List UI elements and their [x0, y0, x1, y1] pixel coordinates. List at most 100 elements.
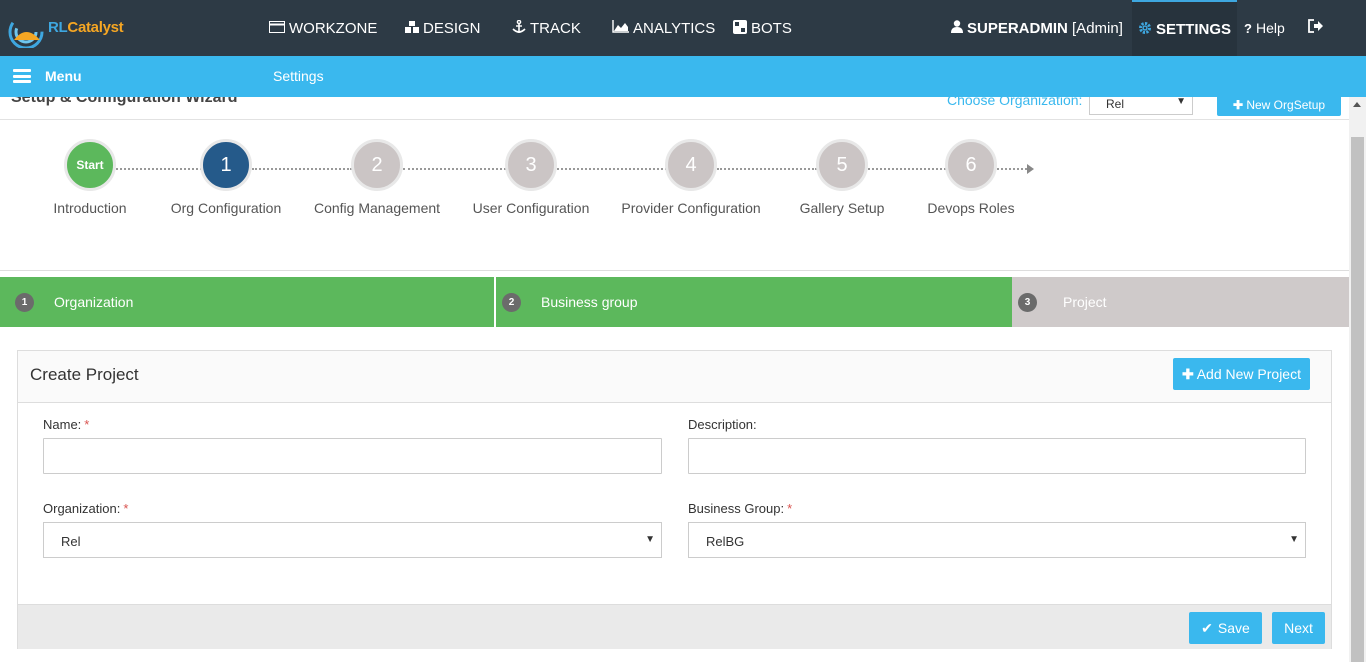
step-6-circle[interactable]: 6: [945, 139, 997, 191]
substep-3-number: 3: [1018, 292, 1037, 312]
save-button[interactable]: ✔ Save: [1189, 612, 1262, 644]
new-orgsetup-button[interactable]: ✚ New OrgSetup: [1217, 97, 1341, 116]
scroll-thumb[interactable]: [1351, 137, 1364, 662]
nav-analytics-label: ANALYTICS: [633, 19, 716, 37]
chevron-down-icon: ▼: [1289, 534, 1299, 545]
user-icon: [951, 20, 963, 36]
description-input[interactable]: [688, 438, 1306, 474]
step-start-circle[interactable]: Start: [64, 139, 116, 191]
next-button[interactable]: Next: [1272, 612, 1325, 644]
nav-bots[interactable]: BOTS: [733, 0, 792, 56]
step-connector: [403, 168, 506, 170]
step-connector: [557, 168, 667, 170]
menu-toggle-label[interactable]: Menu: [45, 68, 82, 84]
menu-bar: Menu Settings: [0, 56, 1366, 97]
step-5-label: Gallery Setup: [799, 200, 885, 216]
anchor-icon: [512, 19, 526, 37]
logout-icon: [1308, 19, 1324, 37]
wizard-header: Setup & Configuration Wizard Choose Orga…: [0, 97, 1349, 120]
substep-business-group[interactable]: 2 Business group: [496, 277, 1012, 327]
card-icon: [269, 20, 285, 36]
step-connector: [116, 168, 202, 170]
business-group-label: Business Group: *: [688, 501, 793, 516]
step-connector: [868, 168, 946, 170]
logo-icon: [8, 14, 44, 48]
nav-analytics[interactable]: ANALYTICS: [612, 0, 715, 56]
plus-icon: ✚: [1232, 98, 1243, 112]
nav-settings[interactable]: SETTINGS: [1132, 0, 1238, 56]
nav-help-label: Help: [1255, 20, 1285, 36]
substep-2-number: 2: [502, 292, 521, 312]
organization-label: Organization: *: [43, 501, 129, 516]
panel-header: Create Project ✚ Add New Project: [18, 351, 1331, 403]
step-arrow-icon: [1027, 164, 1034, 174]
substep-project[interactable]: 3 Project: [1012, 277, 1349, 327]
step-5-circle[interactable]: 5: [816, 139, 868, 191]
new-orgsetup-label: New OrgSetup: [1246, 98, 1326, 112]
logout-button[interactable]: [1308, 0, 1324, 56]
nav-workzone[interactable]: WORKZONE: [269, 0, 377, 56]
top-navbar: RLCatalyst WORKZONE DESIGN TRACK ANALYTI…: [0, 0, 1366, 56]
step-4-label: Provider Configuration: [621, 200, 761, 216]
step-1-circle[interactable]: 1: [200, 139, 252, 191]
user-menu[interactable]: SUPERADMIN [Admin]: [951, 0, 1123, 56]
step-3-label: User Configuration: [472, 200, 590, 216]
cubes-icon: [405, 20, 419, 36]
save-label: Save: [1217, 620, 1250, 636]
nav-track-label: TRACK: [530, 19, 581, 37]
substep-1-number: 1: [15, 292, 34, 312]
nav-help[interactable]: ? Help: [1244, 0, 1285, 56]
business-group-select[interactable]: RelBG ▼: [688, 522, 1306, 558]
step-start-label: Introduction: [53, 200, 127, 216]
organization-select[interactable]: Rel ▼: [43, 522, 662, 558]
substep-organization[interactable]: 1 Organization: [0, 277, 494, 327]
org-select-value: Rel: [1106, 97, 1125, 111]
nav-settings-label: SETTINGS: [1156, 20, 1232, 38]
check-icon: ✔: [1201, 619, 1213, 636]
required-marker: *: [84, 417, 90, 432]
nav-design-label: DESIGN: [423, 19, 481, 37]
name-input[interactable]: [43, 438, 662, 474]
panel-title: Create Project: [30, 365, 139, 384]
step-connector: [717, 168, 817, 170]
nav-design[interactable]: DESIGN: [405, 0, 481, 56]
add-new-project-label: Add New Project: [1196, 366, 1301, 382]
nav-workzone-label: WORKZONE: [289, 19, 378, 37]
step-2-circle[interactable]: 2: [351, 139, 403, 191]
scroll-up-arrow-icon[interactable]: [1353, 102, 1361, 107]
breadcrumb-settings: Settings: [273, 68, 324, 84]
add-new-project-button[interactable]: ✚ Add New Project: [1173, 358, 1310, 390]
rlcatalyst-logo[interactable]: RLCatalyst: [6, 10, 136, 48]
substep-1-label: Organization: [54, 294, 134, 310]
gear-icon: [1138, 21, 1152, 38]
substep-2-label: Business group: [541, 294, 638, 310]
organization-select-value: Rel: [61, 534, 81, 549]
page-scrollbar[interactable]: [1349, 97, 1366, 662]
chevron-down-icon: ▼: [645, 534, 655, 545]
substep-3-label: Project: [1063, 294, 1107, 310]
panel-footer: ✔ Save Next: [18, 604, 1331, 649]
name-label: Name: *: [43, 417, 90, 432]
user-name: SUPERADMIN: [967, 19, 1068, 37]
question-icon: ?: [1244, 20, 1252, 36]
org-select[interactable]: Rel ▼: [1089, 97, 1193, 115]
step-1-label: Org Configuration: [170, 200, 282, 216]
description-label: Description:: [688, 417, 757, 432]
nav-track[interactable]: TRACK: [512, 0, 581, 56]
step-6-label: Devops Roles: [927, 200, 1015, 216]
hamburger-icon[interactable]: [13, 69, 31, 83]
chevron-down-icon: ▼: [1176, 97, 1186, 107]
business-group-select-value: RelBG: [706, 534, 745, 549]
plus-icon: ✚: [1181, 365, 1194, 382]
nav-bots-label: BOTS: [751, 19, 792, 37]
step-3-circle[interactable]: 3: [505, 139, 557, 191]
step-connector: [997, 168, 1027, 170]
required-marker: *: [787, 501, 793, 516]
divider: [0, 270, 1349, 271]
bots-icon: [733, 19, 747, 37]
step-4-circle[interactable]: 4: [665, 139, 717, 191]
user-role: [Admin]: [1072, 19, 1123, 37]
required-marker: *: [123, 501, 129, 516]
step-2-label: Config Management: [313, 200, 441, 216]
create-project-panel: Create Project ✚ Add New Project Name: * …: [17, 350, 1332, 649]
